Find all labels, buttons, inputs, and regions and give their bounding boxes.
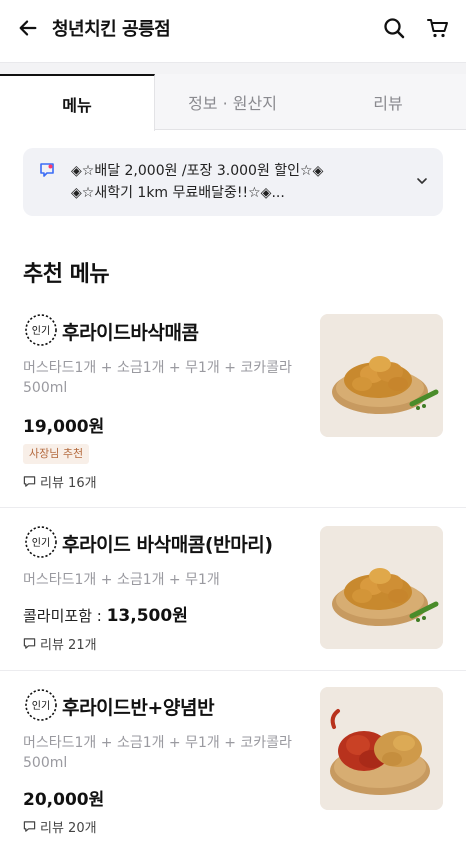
chevron-down-icon[interactable] (415, 174, 429, 188)
menu-item-price: 19,000원 (23, 417, 105, 437)
cart-button[interactable] (424, 14, 452, 42)
tab-info-origin-label: 정보 · 원산지 (188, 94, 277, 113)
notice-line-1: ◈☆배달 2,000원 /포장 3.000원 할인☆◈ (71, 163, 324, 179)
store-notice[interactable]: ◈☆배달 2,000원 /포장 3.000원 할인☆◈ ◈☆새학기 1km 무료… (23, 148, 443, 216)
megaphone-icon (40, 163, 54, 177)
popular-badge-label: 인기 (32, 537, 50, 549)
menu-item-name: 후라이드 바삭매콤(반마리) (62, 534, 273, 556)
popular-badge-icon: 인기 (25, 526, 57, 558)
tab-info-origin[interactable]: 정보 · 원산지 (155, 74, 310, 130)
menu-item-reviews-label: 리뷰 20개 (40, 821, 97, 836)
menu-item-price-value: 13,500원 (106, 606, 188, 626)
header-divider (0, 62, 466, 74)
notice-line-2: ◈☆새학기 1km 무료배달중!!☆◈... (71, 185, 285, 201)
half-half-chicken-image (320, 687, 443, 810)
menu-item[interactable]: 인기 후라이드반+양념반 머스타드1개 + 소금1개 + 무1개 + 코카콜라 … (0, 671, 466, 850)
cart-icon (427, 19, 448, 38)
app-header: 청년치킨 공릉점 (0, 0, 466, 56)
back-button[interactable] (14, 14, 42, 42)
menu-item-price: 20,000원 (23, 790, 105, 810)
owner-recommend-tag: 사장님 추천 (23, 444, 90, 464)
search-icon (384, 18, 405, 39)
tab-menu[interactable]: 메뉴 (0, 74, 155, 131)
comment-icon (23, 821, 36, 832)
store-title: 청년치킨 공릉점 (52, 19, 171, 40)
menu-item-desc: 머스타드1개 + 소금1개 + 무1개 + 코카콜라 500ml (23, 735, 292, 771)
popular-badge-icon: 인기 (25, 689, 57, 721)
menu-item-price-prefix: 콜라미포함 : (23, 607, 107, 625)
popular-badge-icon: 인기 (25, 314, 57, 346)
menu-item-price: 콜라미포함 : 13,500원 (23, 601, 188, 626)
search-button[interactable] (380, 14, 408, 42)
menu-item-reviews-label: 리뷰 21개 (40, 638, 97, 653)
comment-icon (23, 476, 36, 487)
menu-item[interactable]: 인기 후라이드바삭매콤 머스타드1개 + 소금1개 + 무1개 + 코카콜라 5… (0, 300, 466, 508)
menu-item-reviews-label: 리뷰 16개 (40, 476, 97, 491)
menu-item-name: 후라이드반+양념반 (62, 697, 215, 719)
notice-text: ◈☆배달 2,000원 /포장 3.000원 할인☆◈ ◈☆새학기 1km 무료… (71, 160, 401, 204)
fried-chicken-image (320, 314, 443, 437)
arrow-left-icon (19, 20, 37, 36)
popular-badge-label: 인기 (32, 325, 50, 337)
menu-item-desc: 머스타드1개 + 소금1개 + 무1개 + 코카콜라 500ml (23, 360, 292, 396)
tab-reviews-label: 리뷰 (373, 94, 403, 113)
menu-item-reviews[interactable]: 리뷰 16개 (23, 472, 97, 491)
menu-item-reviews[interactable]: 리뷰 20개 (23, 817, 97, 836)
tab-bar: 메뉴 정보 · 원산지 리뷰 (0, 74, 466, 131)
menu-item-reviews[interactable]: 리뷰 21개 (23, 634, 97, 653)
comment-icon (23, 638, 36, 649)
tab-menu-label: 메뉴 (62, 95, 92, 115)
tab-reviews[interactable]: 리뷰 (310, 74, 466, 130)
menu-item-name: 후라이드바삭매콤 (62, 322, 199, 344)
fried-chicken-image (320, 526, 443, 649)
menu-item-desc: 머스타드1개 + 소금1개 + 무1개 (23, 572, 220, 588)
menu-item[interactable]: 인기 후라이드 바삭매콤(반마리) 머스타드1개 + 소금1개 + 무1개 콜라… (0, 508, 466, 671)
popular-badge-label: 인기 (32, 700, 50, 712)
section-title: 추천 메뉴 (23, 262, 110, 287)
